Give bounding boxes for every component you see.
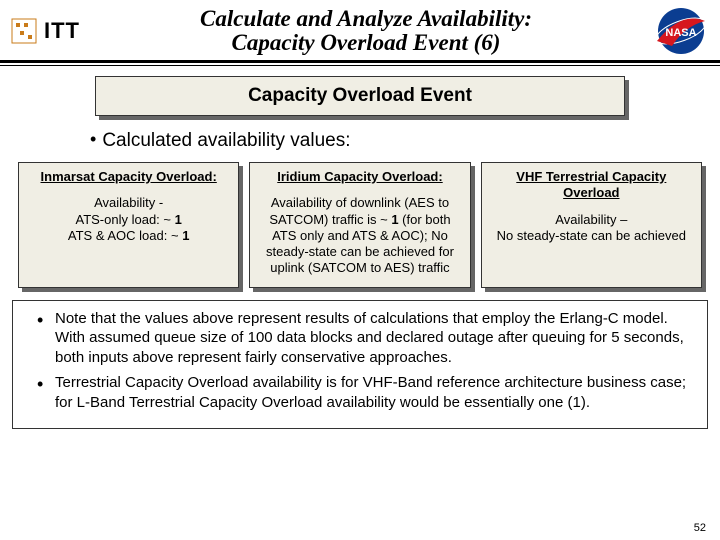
note-1: •Note that the values above represent re… (41, 309, 699, 368)
notes-panel: •Note that the values above represent re… (12, 300, 708, 430)
title-line1: Calculate and Analyze Availability: (88, 7, 644, 31)
itt-text: ITT (44, 18, 80, 44)
itt-icon (10, 17, 38, 45)
divider-thin (0, 65, 720, 66)
col-inmarsat: Inmarsat Capacity Overload: Availability… (18, 162, 239, 288)
inmarsat-availability: Availability - (27, 195, 230, 211)
section-title-panel: Capacity Overload Event (95, 76, 625, 116)
itt-logo: ITT (10, 17, 80, 45)
vhf-heading: VHF Terrestrial Capacity Overload (490, 169, 693, 202)
title-line2: Capacity Overload Event (6) (88, 31, 644, 55)
inmarsat-heading: Inmarsat Capacity Overload: (27, 169, 230, 185)
svg-text:NASA: NASA (665, 27, 696, 39)
iridium-heading: Iridium Capacity Overload: (258, 169, 461, 185)
bullet-icon: • (90, 129, 96, 149)
divider-thick (0, 60, 720, 63)
nasa-logo-icon: NASA (652, 6, 710, 56)
vhf-body: No steady-state can be achieved (490, 228, 693, 244)
page-number: 52 (694, 522, 706, 534)
page-title: Calculate and Analyze Availability: Capa… (88, 7, 644, 55)
bullet-icon: • (37, 373, 43, 396)
header: ITT Calculate and Analyze Availability: … (0, 0, 720, 56)
inmarsat-ats-only: ATS-only load: ~ 1 (27, 212, 230, 228)
inmarsat-ats-aoc: ATS & AOC load: ~ 1 (27, 228, 230, 244)
iridium-body: Availability of downlink (AES to SATCOM)… (258, 195, 461, 276)
section-title: Capacity Overload Event (96, 77, 624, 115)
bullet-icon: • (37, 309, 43, 332)
columns-row: Inmarsat Capacity Overload: Availability… (0, 162, 720, 288)
intro-text: Calculated availability values: (102, 130, 350, 151)
note-2: •Terrestrial Capacity Overload availabil… (41, 373, 699, 412)
col-vhf: VHF Terrestrial Capacity Overload Availa… (481, 162, 702, 288)
col-iridium: Iridium Capacity Overload: Availability … (249, 162, 470, 288)
vhf-availability: Availability – (490, 212, 693, 228)
intro-bullet: • Calculated availability values: (90, 130, 720, 152)
